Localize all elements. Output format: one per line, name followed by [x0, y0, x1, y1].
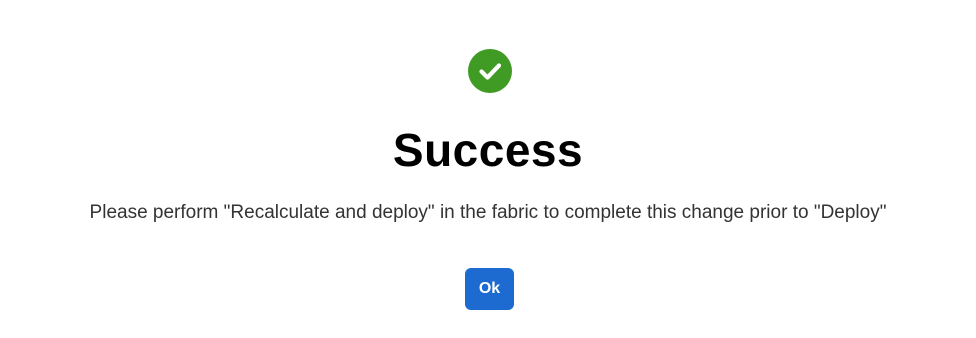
- ok-button[interactable]: Ok: [465, 268, 514, 310]
- success-dialog: Success Please perform "Recalculate and …: [0, 0, 976, 338]
- check-circle-icon: [468, 49, 512, 93]
- dialog-title: Success: [392, 124, 584, 176]
- checkmark-icon: [479, 63, 502, 80]
- dialog-message: Please perform "Recalculate and deploy" …: [89, 202, 887, 223]
